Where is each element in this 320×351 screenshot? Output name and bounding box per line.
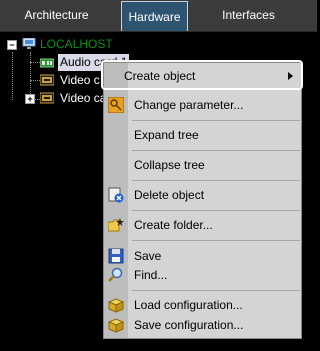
tree-node-label: Video c: [60, 73, 100, 87]
menu-item-label: Save configuration...: [134, 318, 244, 332]
menu-item-label: Find...: [134, 268, 168, 282]
tab-hardware[interactable]: Hardware: [121, 1, 188, 31]
video-card-icon: [40, 74, 54, 86]
menu-separator: [132, 210, 300, 211]
menu-item-label: Change parameter...: [134, 98, 244, 112]
tree-node-video-capture-1[interactable]: Video c: [0, 72, 120, 89]
tree-node-audio-card[interactable]: Audio card 1: [0, 54, 130, 71]
submenu-arrow-icon: [288, 72, 293, 80]
menu-item-find[interactable]: Find...: [104, 264, 301, 286]
audio-card-icon: [40, 58, 54, 68]
delete-icon: [108, 187, 124, 203]
video-card-icon: [40, 92, 54, 104]
menu-item-label: Create object: [124, 69, 196, 83]
tree-node-localhost[interactable]: − LOCALHOST: [0, 36, 120, 53]
menu-item-load-configuration[interactable]: Load configuration...: [104, 294, 301, 316]
menu-item-label: Create folder...: [134, 218, 213, 232]
box-icon: [108, 318, 124, 333]
tab-interfaces[interactable]: Interfaces: [192, 0, 305, 31]
menu-separator: [132, 150, 300, 151]
tab-architecture[interactable]: Architecture: [0, 0, 113, 31]
menu-item-label: Collapse tree: [134, 158, 205, 172]
collapse-icon[interactable]: −: [7, 40, 17, 50]
save-icon: [108, 248, 124, 264]
menu-separator: [132, 180, 300, 181]
menu-separator: [132, 120, 300, 121]
expand-icon[interactable]: +: [25, 94, 35, 104]
menu-item-create-object[interactable]: Create object: [104, 65, 301, 87]
box-icon: [108, 298, 124, 313]
tree-node-label: LOCALHOST: [40, 37, 113, 51]
key-icon: [108, 97, 124, 113]
menu-separator: [132, 240, 300, 241]
menu-item-change-parameter[interactable]: Change parameter...: [104, 94, 301, 116]
computer-icon: [22, 38, 36, 49]
menu-item-label: Expand tree: [134, 128, 199, 142]
menu-item-label: Load configuration...: [134, 298, 243, 312]
context-menu: Create object Change parameter... Expand…: [103, 62, 302, 339]
find-icon: [108, 267, 123, 282]
tree-node-label: Video ca: [60, 91, 107, 105]
menu-separator: [132, 290, 300, 291]
tree-node-video-capture-2[interactable]: + Video ca: [0, 90, 120, 107]
menu-item-delete-object[interactable]: Delete object: [104, 184, 301, 206]
menu-item-label: Delete object: [134, 188, 205, 202]
menu-item-collapse-tree[interactable]: Collapse tree: [104, 154, 301, 176]
menu-item-create-folder[interactable]: Create folder...: [104, 214, 301, 236]
menu-item-expand-tree[interactable]: Expand tree: [104, 124, 301, 146]
menu-item-save-configuration[interactable]: Save configuration...: [104, 314, 301, 336]
tab-bar: Architecture Hardware Interfaces: [0, 0, 317, 32]
new-folder-icon: [108, 218, 124, 232]
